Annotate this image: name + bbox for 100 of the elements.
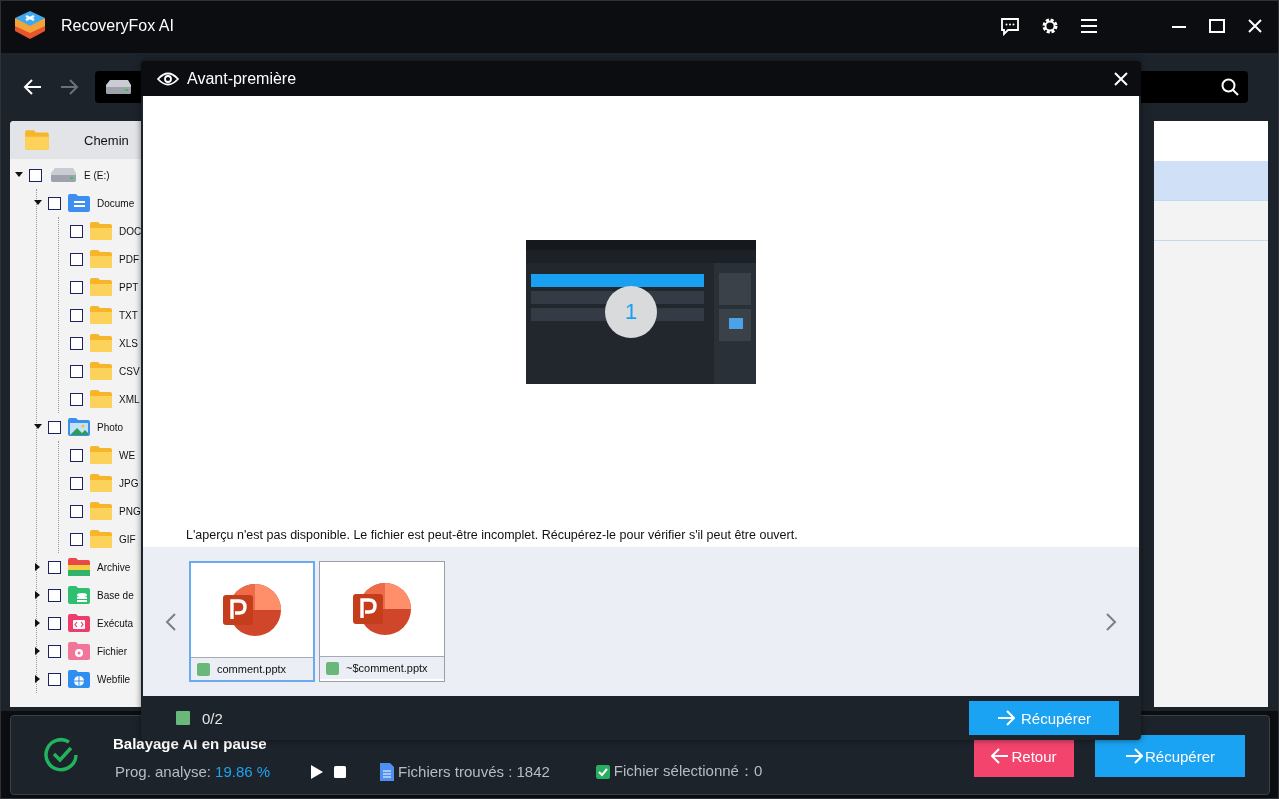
checkbox[interactable]: [70, 448, 83, 462]
chevron-right-icon[interactable]: [1105, 611, 1117, 632]
tree-label[interactable]: XML: [119, 393, 140, 405]
expand-toggle[interactable]: [34, 619, 42, 627]
tree-label[interactable]: PPT: [119, 281, 139, 293]
tree-label[interactable]: CSV: [119, 365, 140, 377]
chevron-left-icon[interactable]: [165, 611, 177, 632]
folder-icon: [89, 333, 113, 353]
arrow-right-icon: [996, 709, 1015, 727]
presentation-file-icon: [221, 582, 283, 638]
tree-label[interactable]: Photo: [97, 421, 124, 433]
file-name: ~$comment.pptx: [346, 662, 428, 674]
checkbox[interactable]: [70, 224, 83, 238]
document-folder-icon: [67, 193, 91, 213]
checkbox[interactable]: [70, 504, 83, 518]
file-name: comment.pptx: [217, 663, 287, 675]
preview-message: L'aperçu n'est pas disponible. Le fichier est peut-être incomplet. Récupérez-le pour vérifier s'il peut être ouvert.: [186, 528, 798, 542]
expand-toggle[interactable]: [34, 675, 42, 683]
archive-folder-icon: [67, 557, 91, 577]
expand-toggle[interactable]: [34, 423, 42, 431]
checkbox[interactable]: [48, 644, 61, 658]
folder-icon: [89, 305, 113, 325]
page-number: 1: [625, 299, 638, 325]
globe-folder-icon: [67, 669, 91, 689]
checkbox[interactable]: [70, 364, 83, 378]
search-icon[interactable]: [1220, 77, 1240, 97]
forward-arrow-icon[interactable]: [59, 77, 79, 97]
maximize-icon[interactable]: [1208, 17, 1226, 35]
image-folder-icon: [67, 417, 91, 437]
file-thumbnail[interactable]: comment.pptx: [189, 561, 315, 682]
dialog-title: Avant-première: [187, 69, 297, 88]
checkbox[interactable]: [48, 672, 61, 686]
tree-label[interactable]: PDF: [119, 253, 139, 265]
document-icon: [380, 762, 395, 781]
checkbox[interactable]: [70, 532, 83, 546]
tree-label[interactable]: Docume: [97, 197, 135, 209]
presentation-file-icon: [351, 581, 413, 637]
feedback-icon[interactable]: [1000, 16, 1020, 36]
folder-icon: [89, 445, 113, 465]
file-type-icon: [176, 711, 190, 725]
expand-toggle[interactable]: [34, 647, 42, 655]
checkbox[interactable]: [48, 616, 61, 630]
expand-toggle[interactable]: [34, 563, 42, 571]
arrow-left-icon: [991, 747, 1010, 765]
folder-icon: [89, 277, 113, 297]
tree-label[interactable]: XLS: [119, 337, 138, 349]
checkbox[interactable]: [70, 392, 83, 406]
arrow-right-icon: [1124, 747, 1143, 765]
drive-icon: [103, 79, 133, 95]
progress-label: Prog. analyse: 19.86 %: [115, 763, 271, 780]
expand-toggle[interactable]: [34, 199, 42, 207]
tree-label[interactable]: Archive: [97, 561, 131, 573]
checkbox[interactable]: [48, 560, 61, 574]
checkbox[interactable]: [70, 336, 83, 350]
expand-toggle[interactable]: [34, 591, 42, 599]
checkbox[interactable]: [595, 764, 610, 779]
back-arrow-icon[interactable]: [23, 77, 43, 97]
expand-toggle[interactable]: [15, 171, 23, 179]
folder-icon: [89, 529, 113, 549]
play-icon[interactable]: [310, 763, 325, 780]
tree-label[interactable]: WE: [119, 449, 136, 461]
tree-label[interactable]: E (E:): [84, 169, 110, 181]
checkbox[interactable]: [70, 280, 83, 294]
tree-label[interactable]: DOC: [119, 225, 142, 237]
checkbox[interactable]: [70, 476, 83, 490]
tree-label[interactable]: Fichier: [97, 645, 127, 657]
code-folder-icon: [67, 613, 91, 633]
checkbox[interactable]: [48, 420, 61, 434]
folder-icon: [89, 501, 113, 521]
close-icon[interactable]: [1246, 17, 1264, 35]
selection-count: 0/2: [202, 709, 223, 727]
menu-icon[interactable]: [1080, 18, 1098, 34]
column-title: Chemin: [84, 132, 129, 148]
selected-files-count: Fichier sélectionné：0: [613, 762, 763, 781]
checkbox[interactable]: [48, 588, 61, 602]
tree-label[interactable]: Base de: [97, 589, 134, 601]
eye-icon: [157, 71, 179, 86]
database-folder-icon: [67, 585, 91, 605]
checkbox[interactable]: [70, 308, 83, 322]
tree-label[interactable]: GIF: [119, 533, 136, 545]
folder-icon: [89, 473, 113, 493]
checkbox[interactable]: [48, 196, 61, 210]
tree-label[interactable]: Exécuta: [97, 617, 134, 629]
drive-icon: [48, 167, 78, 183]
folder-icon: [89, 361, 113, 381]
file-type-icon: [326, 661, 339, 675]
checkbox[interactable]: [29, 168, 42, 182]
checkbox[interactable]: [70, 252, 83, 266]
tree-label[interactable]: PNG: [119, 505, 141, 517]
file-thumbnail[interactable]: ~$comment.pptx: [319, 561, 445, 682]
stop-icon[interactable]: [334, 765, 347, 778]
tree-label[interactable]: JPG: [119, 477, 139, 489]
tree-label[interactable]: Webfile: [97, 673, 131, 685]
app-title: RecoveryFox AI: [61, 17, 174, 35]
tree-label[interactable]: TXT: [119, 309, 138, 321]
file-type-icon: [197, 662, 210, 676]
gear-folder-icon: [67, 641, 91, 661]
settings-icon[interactable]: [1040, 16, 1060, 36]
close-icon[interactable]: [1113, 70, 1129, 87]
folder-icon: [24, 129, 50, 151]
